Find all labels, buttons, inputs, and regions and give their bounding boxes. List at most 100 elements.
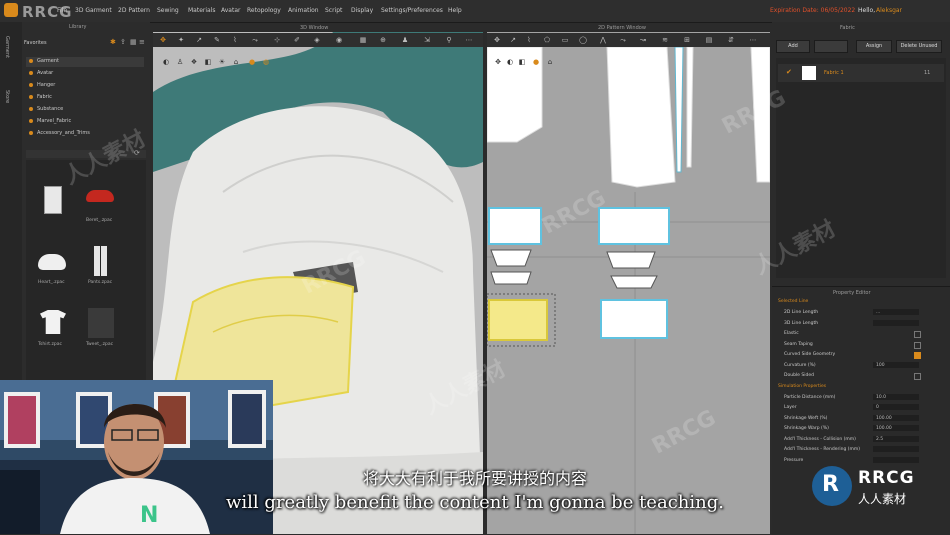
favorite-item-avatar[interactable]: Avatar [29,70,53,76]
favorite-item-garment[interactable]: Garment [29,58,59,64]
thumbnail-pants[interactable]: Pants.zpac [82,244,122,288]
menu-display[interactable]: Display [351,7,373,14]
tab-garment[interactable]: Garment [4,36,10,58]
menu-settings[interactable]: Settings/Preferences [381,7,443,14]
free-sewing-icon[interactable]: ↝ [639,36,647,44]
pen-icon[interactable]: ✐ [293,36,301,44]
pin-icon[interactable]: ✎ [213,36,221,44]
property-value-field[interactable] [873,456,919,463]
tab-store[interactable]: Store [4,90,10,103]
property-section-header[interactable]: Selected Line [778,299,808,304]
topstitch-icon[interactable]: ≋ [661,36,669,44]
fold-icon[interactable]: ⊞ [683,36,691,44]
upload-icon[interactable]: ⇪ [120,38,126,46]
property-value-field[interactable] [873,319,919,326]
grain-icon[interactable]: ⇵ [727,36,735,44]
menu-script[interactable]: Script [325,7,342,14]
edit-curve-icon[interactable]: ⌇ [525,36,533,44]
favorite-item-marvel-fabric[interactable]: Marvel_Fabric [29,118,71,124]
thumbnail-tshirt[interactable]: Tshirt.zpac [34,306,74,350]
add-fabric-button[interactable]: Add [776,40,810,53]
property-value-field[interactable] [873,446,919,452]
property-label: 3D Line Length [784,320,819,326]
edit-pattern-icon[interactable]: ↗ [509,36,517,44]
favorite-item-hanger[interactable]: Hanger [29,82,55,88]
thumbnail-beret[interactable]: Beret_.zpac [82,182,122,226]
sewing-icon[interactable]: ⤳ [251,36,259,44]
hanger-icon[interactable]: ⌂ [232,58,240,66]
pattern-view-icon[interactable]: ◐ [506,58,514,66]
button-icon[interactable]: ◉ [335,36,343,44]
menu-2d-pattern[interactable]: 2D Pattern [118,7,150,14]
favorite-item-fabric[interactable]: Fabric [29,94,52,100]
library-title: Library [69,24,87,30]
2d-pattern-viewport[interactable] [487,32,770,534]
texture-icon[interactable]: ▤ [705,36,713,44]
polygon-icon[interactable]: ⬠ [543,36,551,44]
disabled-fabric-button[interactable] [814,40,848,53]
garment-display-icon[interactable]: ❖ [190,58,198,66]
pattern-more-icon[interactable]: ⋯ [749,36,757,44]
settings-icon[interactable]: ✱ [110,38,116,46]
rectangle-icon[interactable]: ▭ [561,36,569,44]
property-label: Add'l Thickness - Rendering (mm) [784,447,861,452]
property-checkbox[interactable] [914,331,921,338]
menu-materials[interactable]: Materials [188,7,216,14]
circle-icon[interactable]: ◯ [579,36,587,44]
library-thumbnail-grid: Beret_.zpac Heart_.zpac Pants.zpac Tshir… [26,160,146,380]
grid-icon[interactable]: ▦ [359,36,367,44]
move-icon[interactable]: ↗ [195,36,203,44]
menu-retopology[interactable]: Retopology [247,7,281,14]
property-label: Pressure [784,457,804,463]
property-checkbox[interactable] [914,352,921,359]
snap-icon[interactable]: ⊕ [379,36,387,44]
thumbnail-heart[interactable]: Heart_.zpac [34,244,74,288]
favorite-item-substance[interactable]: Substance [29,106,63,112]
camera-icon[interactable]: ◐ [162,58,170,66]
menu-help[interactable]: Help [448,7,462,14]
more-tools-icon[interactable]: ⋯ [465,36,473,44]
grid-view-icon[interactable]: ▦ [130,38,137,46]
menu-file[interactable]: File [57,7,67,14]
delete-unused-button[interactable]: Delete Unused [896,40,942,53]
menu-sewing[interactable]: Sewing [157,7,179,14]
menu-animation[interactable]: Animation [288,7,319,14]
thumbnail-folder[interactable] [34,182,74,226]
segment-sewing-icon[interactable]: ⤳ [619,36,627,44]
fabric-panel-title: Fabric [840,25,855,31]
measure-icon[interactable]: ⊹ [273,36,281,44]
pattern-sim-icon[interactable]: ● [532,58,540,66]
property-section-header[interactable]: Simulation Properties [778,384,826,389]
tape-icon[interactable]: ⌇ [231,36,239,44]
avatar-tool-icon[interactable]: ♟ [401,36,409,44]
trim-icon[interactable]: ◈ [313,36,321,44]
arrange-icon[interactable]: ⇲ [423,36,431,44]
2d-view-icon-strip: ✥ ◐ ◧ ● ⌂ [490,55,580,67]
fabric-display-icon[interactable]: ◧ [204,58,212,66]
assign-fabric-button[interactable]: Assign [856,40,892,53]
dart-icon[interactable]: ⋀ [599,36,607,44]
avatar-display-icon[interactable]: ♙ [176,58,184,66]
property-value-field[interactable] [873,404,919,410]
pattern-lock-icon[interactable]: ⌂ [546,58,554,66]
zipper-icon[interactable]: ⚲ [445,36,453,44]
property-checkbox[interactable] [914,373,921,380]
list-view-icon[interactable]: ≡ [139,38,145,46]
menu-avatar[interactable]: Avatar [221,7,240,14]
user-name[interactable]: Aleksgar [876,7,902,14]
fabric-list-item[interactable]: ✔ Fabric 1 11 [778,64,944,82]
pattern-display-icon[interactable]: ✥ [494,58,502,66]
menu-3d-garment[interactable]: 3D Garment [75,7,112,14]
simulation-icon[interactable]: ● [248,58,256,66]
thumbnail-tweet[interactable]: Tweet_.zpac [82,306,122,350]
record-icon[interactable]: ◍ [262,58,270,66]
property-checkbox[interactable] [914,341,921,349]
rrcg-logo-glyph: R [822,472,839,497]
light-icon[interactable]: ☀ [218,58,226,66]
favorite-item-accessory[interactable]: Accessory_and_Trims [29,130,90,136]
fold-arrangement-icon[interactable]: ✦ [177,36,185,44]
property-label: Seam Taping [784,341,813,347]
select-mesh-icon[interactable]: ✥ [159,36,167,44]
pattern-layer-icon[interactable]: ◧ [518,58,526,66]
transform-pattern-icon[interactable]: ✥ [493,36,501,44]
